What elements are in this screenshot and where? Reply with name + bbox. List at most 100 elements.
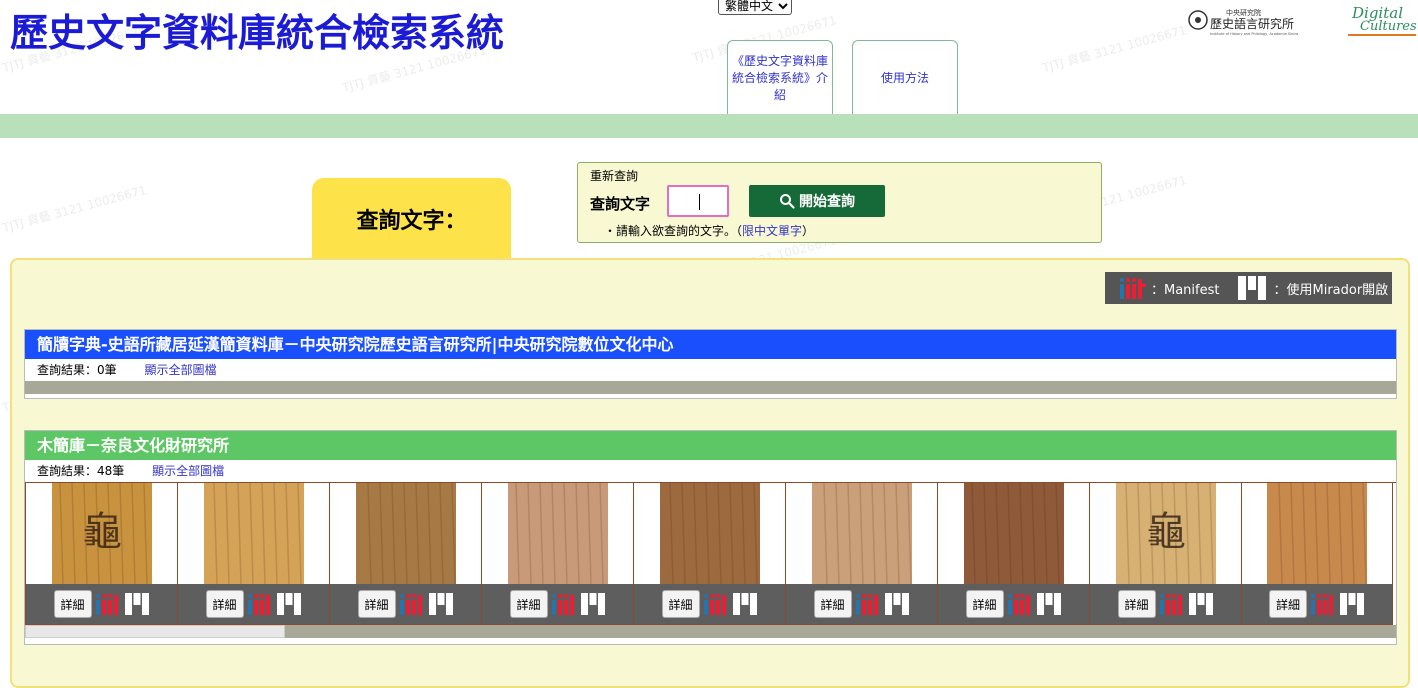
search-input[interactable] <box>667 185 729 217</box>
iiif-manifest-icon[interactable] <box>247 592 273 616</box>
result-card: 詳細 <box>785 483 937 625</box>
detail-button[interactable]: 詳細 <box>509 590 548 618</box>
horizontal-scrollbar[interactable] <box>25 625 1396 638</box>
result-card: 詳細 <box>177 483 329 625</box>
detail-button[interactable]: 詳細 <box>661 590 700 618</box>
iiif-manifest-icon[interactable] <box>1159 592 1185 616</box>
wooden-slip-image[interactable] <box>963 483 1064 584</box>
results-grid: 龜詳細 詳細 詳細 詳細 詳細 詳細 詳細龜詳細 詳細 <box>25 482 1396 625</box>
iiif-manifest-icon[interactable] <box>95 592 121 616</box>
wooden-slip-image[interactable] <box>203 483 304 584</box>
ihp-logo-sub: Institute of History and Philology, Acad… <box>1210 32 1298 36</box>
thumbnail-wrapper <box>634 483 785 584</box>
query-tab: 查詢文字： <box>312 178 511 260</box>
result-card: 詳細 <box>1241 483 1393 625</box>
database-meta: 查詢結果：48筆 顯示全部圖檔 <box>25 460 1396 482</box>
result-actions: 詳細 <box>26 584 177 624</box>
slip-ink-glyph: 龜 <box>1146 509 1186 555</box>
tab-introduction-label: 《歷史文字資料庫統合檢索系統》介紹 <box>731 54 828 102</box>
scrollbar-thumb[interactable] <box>25 625 286 638</box>
wooden-slip-image[interactable] <box>659 483 760 584</box>
detail-button[interactable]: 詳細 <box>965 590 1004 618</box>
wooden-slip-image[interactable] <box>507 483 608 584</box>
tab-introduction[interactable]: 《歷史文字資料庫統合檢索系統》介紹 <box>727 40 833 116</box>
database-block: 簡牘字典-史語所藏居延漢簡資料庫－中央研究院歷史語言研究所|中央研究院數位文化中… <box>24 329 1397 399</box>
result-actions: 詳細 <box>1090 584 1241 624</box>
mirador-label: ：使用Mirador開啟 <box>1273 282 1389 298</box>
search-icon <box>780 194 795 209</box>
detail-button[interactable]: 詳細 <box>53 590 92 618</box>
iiif-manifest-label: ：Manifest <box>1151 282 1220 298</box>
ihp-logo[interactable]: 中央研究院 歷史語言研究所 Institute of History and P… <box>1188 6 1328 36</box>
chinese-single-char-link[interactable]: 限中文單字 <box>742 224 802 238</box>
mirador-open-icon[interactable] <box>1036 592 1062 616</box>
mirador-open-icon[interactable] <box>732 592 758 616</box>
search-legend: 重新查詢 <box>590 169 639 183</box>
database-block: 木簡庫－奈良文化財研究所 查詢結果：48筆 顯示全部圖檔 龜詳細 詳細 詳細 詳細 詳細… <box>24 430 1397 645</box>
detail-button[interactable]: 詳細 <box>205 590 244 618</box>
search-button[interactable]: 開始查詢 <box>749 185 885 217</box>
mirador-open-icon[interactable] <box>1188 592 1214 616</box>
tab-usage-label: 使用方法 <box>880 71 929 85</box>
result-card: 龜詳細 <box>25 483 177 625</box>
detail-button[interactable]: 詳細 <box>1269 590 1307 618</box>
detail-button[interactable]: 詳細 <box>813 590 852 618</box>
wooden-slip-image[interactable]: 龜 <box>51 483 152 584</box>
detail-button[interactable]: 詳細 <box>357 590 396 618</box>
mirador-open-icon[interactable] <box>1339 592 1365 616</box>
thumbnail-wrapper <box>330 483 481 584</box>
result-actions: 詳細 <box>178 584 329 624</box>
result-actions: 詳細 <box>634 584 785 624</box>
show-all-images-link[interactable]: 顯示全部圖檔 <box>144 363 216 377</box>
search-label: 查詢文字 <box>590 195 651 213</box>
database-title: 木簡庫－奈良文化財研究所 <box>25 431 1396 460</box>
database-meta: 查詢結果：0筆 顯示全部圖檔 <box>25 359 1396 381</box>
thumbnail-wrapper <box>178 483 329 584</box>
dc-logo-line2: Cultures <box>1360 19 1417 34</box>
text-caret <box>699 194 700 210</box>
horizontal-scrollbar[interactable] <box>25 381 1396 394</box>
result-card: 詳細 <box>633 483 785 625</box>
show-all-images-link[interactable]: 顯示全部圖檔 <box>152 464 224 478</box>
result-actions: 詳細 <box>938 584 1089 624</box>
result-card: 龜詳細 <box>1089 483 1241 625</box>
result-actions: 詳細 <box>1242 584 1392 624</box>
mirador-open-icon[interactable] <box>428 592 454 616</box>
mirador-open-icon[interactable] <box>276 592 302 616</box>
iiif-manifest-icon[interactable] <box>1310 592 1336 616</box>
iiif-manifest-icon[interactable] <box>399 592 425 616</box>
search-button-label: 開始查詢 <box>799 194 855 210</box>
database-title: 簡牘字典-史語所藏居延漢簡資料庫－中央研究院歷史語言研究所|中央研究院數位文化中… <box>25 330 1396 359</box>
digital-cultures-logo[interactable]: Digital Cultures <box>1346 2 1418 40</box>
result-count: 查詢結果：48筆 <box>37 464 125 478</box>
thumbnail-wrapper <box>786 483 937 584</box>
header-divider-band <box>0 114 1418 138</box>
iiif-icon <box>1120 278 1146 299</box>
language-select[interactable]: 繁體中文 <box>718 0 792 15</box>
result-card: 詳細 <box>937 483 1089 625</box>
iiif-manifest-icon[interactable] <box>1007 592 1033 616</box>
iiif-legend: ：Manifest ：使用Mirador開啟 <box>1105 272 1392 304</box>
thumbnail-wrapper <box>1242 483 1392 584</box>
detail-button[interactable]: 詳細 <box>1117 590 1156 618</box>
wooden-slip-image[interactable] <box>355 483 456 584</box>
tab-usage[interactable]: 使用方法 <box>852 40 958 116</box>
mirador-icon <box>1238 276 1267 300</box>
thumbnail-wrapper <box>482 483 633 584</box>
site-title: 歷史文字資料庫統合檢索系統 <box>10 10 505 55</box>
iiif-manifest-icon[interactable] <box>551 592 577 616</box>
search-hint-end: ） <box>802 224 815 238</box>
iiif-manifest-icon[interactable] <box>703 592 729 616</box>
ihp-logo-top: 中央研究院 <box>1226 8 1261 17</box>
result-actions: 詳細 <box>330 584 481 624</box>
mirador-open-icon[interactable] <box>124 592 150 616</box>
result-card: 詳細 <box>481 483 633 625</box>
wooden-slip-image[interactable] <box>1267 483 1367 584</box>
iiif-manifest-icon[interactable] <box>855 592 881 616</box>
thumbnail-wrapper: 龜 <box>1090 483 1241 584</box>
result-actions: 詳細 <box>482 584 633 624</box>
wooden-slip-image[interactable]: 龜 <box>1115 483 1216 584</box>
wooden-slip-image[interactable] <box>811 483 912 584</box>
mirador-open-icon[interactable] <box>884 592 910 616</box>
mirador-open-icon[interactable] <box>580 592 606 616</box>
